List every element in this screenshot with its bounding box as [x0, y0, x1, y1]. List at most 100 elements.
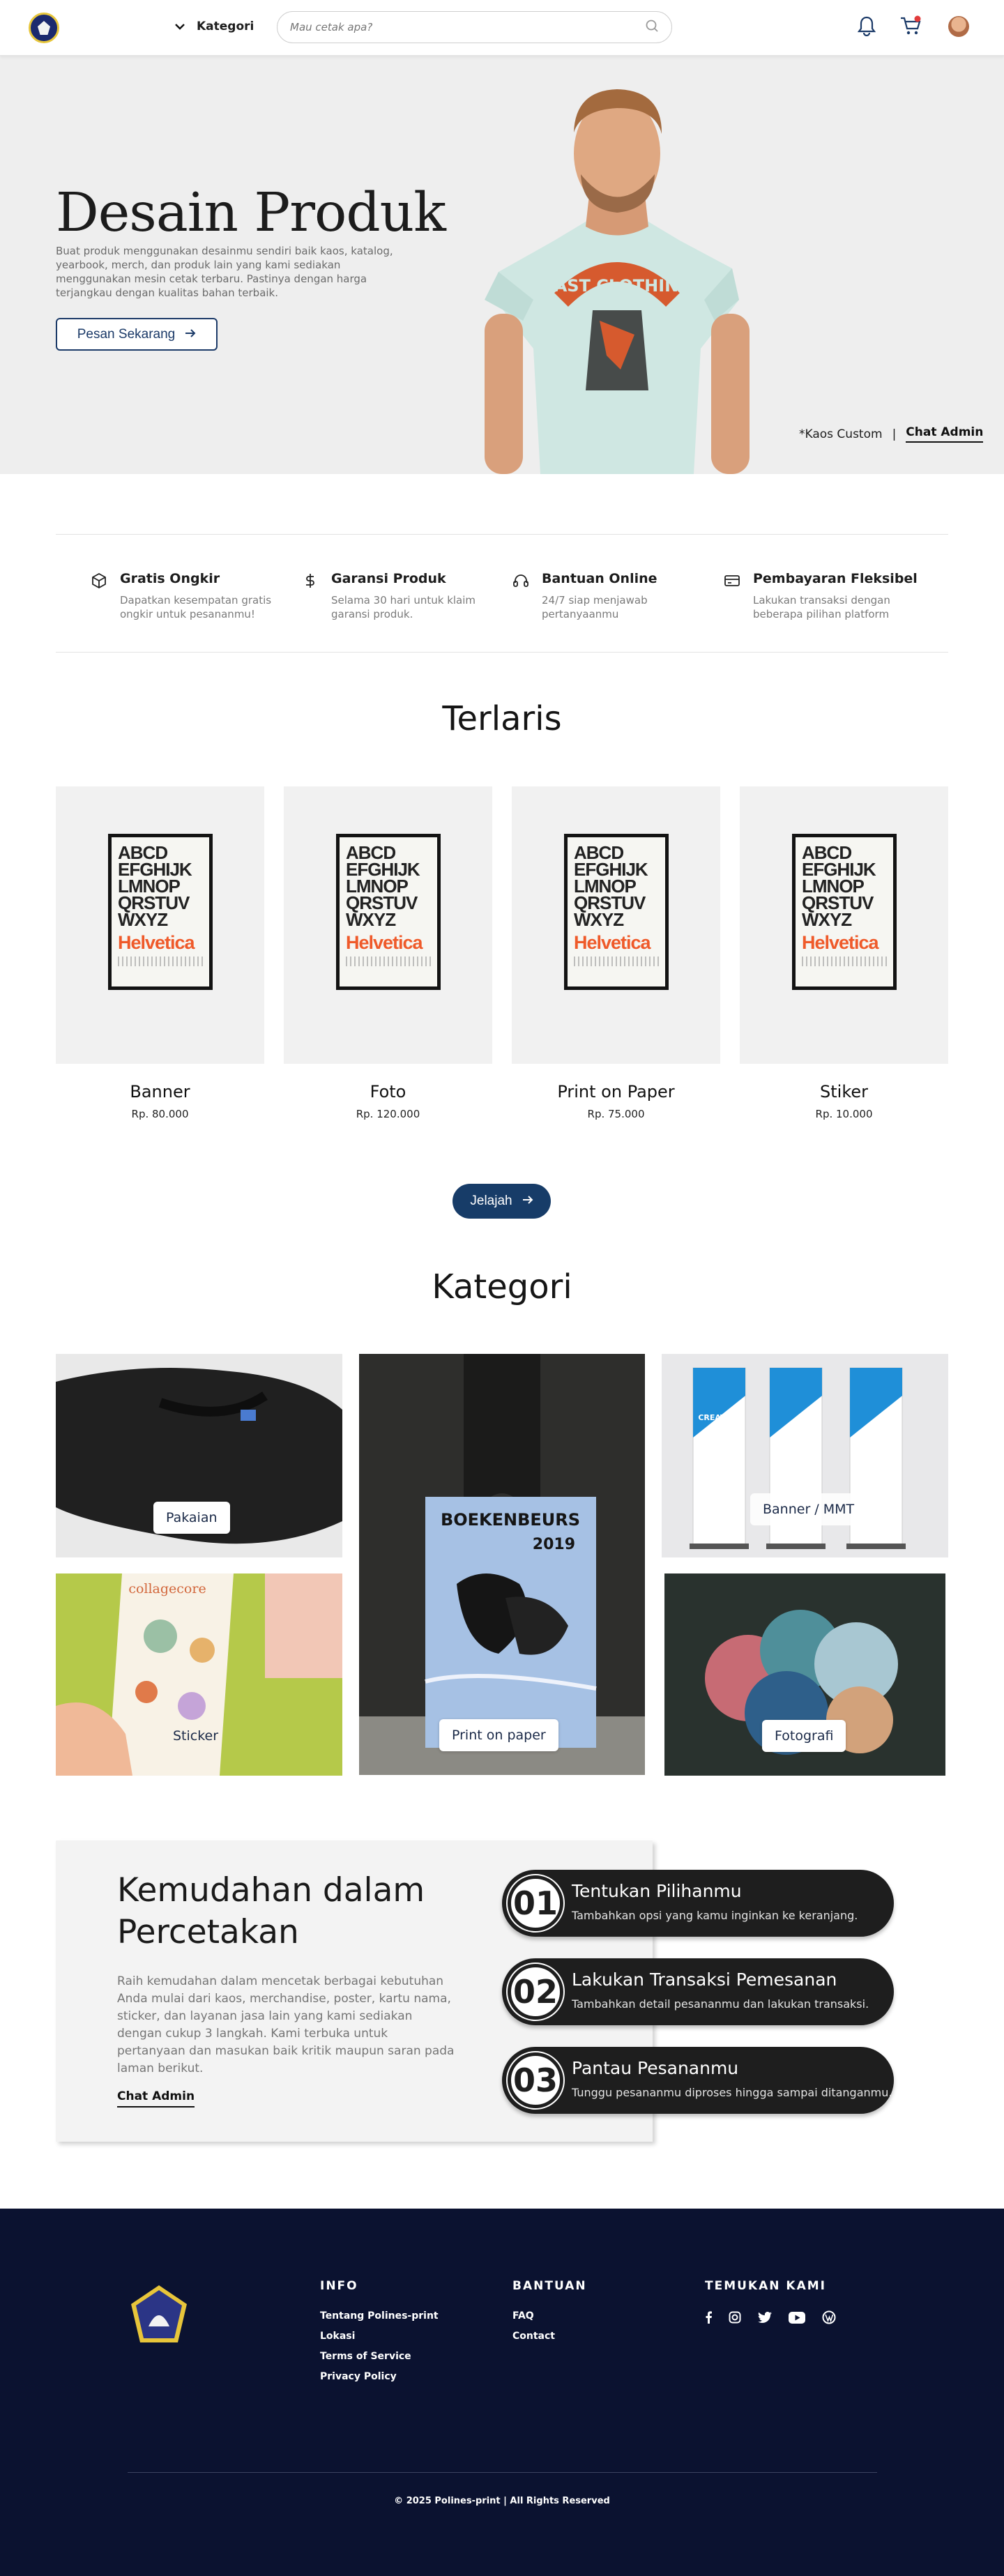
poster-letters: ABCD EFGHIJK LMNOP QRSTUV WXYZ [802, 842, 876, 930]
footer-help-title: BANTUAN [512, 2279, 587, 2293]
feature-desc: Dapatkan kesempatan gratis ongkir untuk … [120, 594, 272, 620]
footer-copyright: © 2025 Polines-print | All Rights Reserv… [394, 2496, 610, 2506]
banner-word-text: CREATIVE [698, 1413, 739, 1422]
hero-caption: *Kaos Custom [799, 427, 883, 441]
footer-social-column: TEMUKAN KAMI [705, 2279, 836, 2327]
chat-admin-link[interactable]: Chat Admin [906, 425, 984, 443]
product-image[interactable]: ABCD EFGHIJK LMNOP QRSTUV WXYZ Helvetica [284, 786, 492, 1064]
search-icon[interactable] [645, 19, 659, 36]
ease-title: Kemudahan dalam Percetakan [117, 1871, 425, 1951]
footer-link[interactable]: FAQ [512, 2310, 587, 2322]
hero-links: *Kaos Custom | Chat Admin [799, 425, 984, 443]
instagram-icon[interactable] [729, 2311, 741, 2326]
dollar-icon [302, 572, 319, 589]
feature-title: Pembayaran Fleksibel [753, 571, 918, 586]
feature-desc: 24/7 siap menjawab pertanyaanmu [542, 594, 648, 620]
sticker-brand-text: collagecore [128, 1581, 206, 1596]
helvetica-poster: ABCD EFGHIJK LMNOP QRSTUV WXYZ Helvetica [792, 834, 897, 990]
product-image[interactable]: ABCD EFGHIJK LMNOP QRSTUV WXYZ Helvetica [512, 786, 720, 1064]
search-bar[interactable] [277, 11, 672, 43]
step-number: 02 [506, 1963, 565, 2021]
poster-brand: Helvetica [802, 932, 879, 953]
polines-footer-logo[interactable] [128, 2283, 190, 2346]
step-card: 03 Pantau Pesananmu Tunggu pesananmu dip… [502, 2047, 894, 2114]
search-input[interactable] [290, 21, 625, 33]
helvetica-poster: ABCD EFGHIJK LMNOP QRSTUV WXYZ Helvetica [108, 834, 213, 990]
product-image[interactable]: ABCD EFGHIJK LMNOP QRSTUV WXYZ Helvetica [56, 786, 264, 1064]
youtube-icon[interactable] [789, 2311, 805, 2326]
feature-desc: Lakukan transaksi dengan beberapa piliha… [753, 594, 890, 620]
category-photography[interactable]: Fotografi [664, 1573, 945, 1776]
footer-info-column: INFO Tentang Polines-print Lokasi Terms … [320, 2279, 439, 2391]
product-price: Rp. 75.000 [587, 1108, 645, 1120]
polines-logo[interactable] [29, 13, 59, 43]
footer-link[interactable]: Contact [512, 2331, 587, 2342]
category-label: Pakaian [153, 1502, 230, 1534]
footer-social-title: TEMUKAN KAMI [705, 2279, 826, 2293]
hero-description: Buat produk menggunakan desainmu sendiri… [56, 245, 393, 299]
product-card[interactable]: ABCD EFGHIJK LMNOP QRSTUV WXYZ Helvetica… [284, 786, 492, 1120]
category-clothing[interactable]: Pakaian [56, 1354, 342, 1557]
step-card: 01 Tentukan Pilihanmu Tambahkan opsi yan… [502, 1870, 894, 1937]
product-card[interactable]: ABCD EFGHIJK LMNOP QRSTUV WXYZ Helvetica… [56, 786, 264, 1120]
footer-link[interactable]: Lokasi [320, 2331, 439, 2342]
category-dropdown[interactable]: Kategori [174, 20, 254, 33]
product-name: Banner [130, 1082, 190, 1102]
step-card: 02 Lakukan Transaksi Pemesanan Tambahkan… [502, 1958, 894, 2025]
social-icons [705, 2310, 836, 2327]
category-label: Fotografi [762, 1720, 846, 1752]
step-desc: Tunggu pesananmu diproses hingga sampai … [572, 2086, 892, 2099]
footer-link[interactable]: Terms of Service [320, 2351, 439, 2362]
poster-letters: ABCD EFGHIJK LMNOP QRSTUV WXYZ [118, 842, 192, 930]
footer-link[interactable]: Tentang Polines-print [320, 2310, 439, 2322]
explore-label: Jelajah [470, 1194, 512, 1208]
poster-brand: Helvetica [574, 932, 651, 953]
category-label: Kategori [197, 20, 254, 33]
shirt-print-text: CAST CLOTHING [542, 276, 692, 296]
bestseller-title: Terlaris [442, 699, 562, 738]
helvetica-poster: ABCD EFGHIJK LMNOP QRSTUV WXYZ Helvetica [336, 834, 441, 990]
step-desc: Tambahkan opsi yang kamu inginkan ke ker… [572, 1909, 858, 1922]
arrow-right-icon [522, 1194, 533, 1209]
footer-link[interactable]: Privacy Policy [320, 2371, 439, 2382]
ease-chat-admin-link[interactable]: Chat Admin [117, 2089, 195, 2108]
poster-photo-image: BOEKENBEURS 2019 [359, 1354, 645, 1775]
cart-icon[interactable] [899, 15, 922, 39]
product-card[interactable]: ABCD EFGHIJK LMNOP QRSTUV WXYZ Helvetica… [512, 786, 720, 1120]
feature-desc: Selama 30 hari untuk klaim garansi produ… [331, 594, 476, 620]
product-name: Stiker [820, 1082, 868, 1102]
feature-title: Gratis Ongkir [120, 571, 220, 586]
hero-section: Desain Produk Buat produk menggunakan de… [0, 56, 1004, 474]
footer-help-column: BANTUAN FAQ Contact [512, 2279, 587, 2351]
category-label: Banner / MMT [750, 1493, 867, 1525]
product-card[interactable]: ABCD EFGHIJK LMNOP QRSTUV WXYZ Helvetica… [740, 786, 948, 1120]
step-number: 01 [506, 1874, 565, 1933]
twitter-icon[interactable] [758, 2311, 772, 2326]
order-now-button[interactable]: Pesan Sekarang [56, 318, 218, 351]
features-strip: Gratis Ongkir Dapatkan kesempatan gratis… [56, 534, 948, 653]
step-title: Pantau Pesananmu [572, 2058, 739, 2078]
wordpress-icon[interactable] [822, 2310, 836, 2327]
product-image[interactable]: ABCD EFGHIJK LMNOP QRSTUV WXYZ Helvetica [740, 786, 948, 1064]
footer-divider [128, 2472, 877, 2473]
order-now-label: Pesan Sekarang [77, 326, 176, 342]
category-sticker[interactable]: collagecore Sticker [56, 1573, 342, 1776]
facebook-icon[interactable] [705, 2311, 712, 2326]
poster-letters: ABCD EFGHIJK LMNOP QRSTUV WXYZ [346, 842, 420, 930]
step-desc: Tambahkan detail pesananmu dan lakukan t… [572, 1997, 869, 2011]
feature-title: Bantuan Online [542, 571, 657, 586]
step-number: 03 [506, 2051, 565, 2110]
hero-divider: | [892, 427, 897, 441]
explore-button[interactable]: Jelajah [452, 1184, 551, 1219]
headset-icon [512, 572, 529, 589]
category-print-on-paper[interactable]: BOEKENBEURS 2019 Print on paper [359, 1354, 645, 1775]
feature-title: Garansi Produk [331, 571, 446, 586]
category-banner[interactable]: CREATIVE Banner / MMT [662, 1354, 948, 1557]
step-title: Tentukan Pilihanmu [572, 1881, 742, 1901]
chevron-down-icon [174, 20, 185, 33]
poster-year-text: 2019 [533, 1536, 575, 1553]
category-label: Print on paper [439, 1719, 558, 1751]
bell-icon[interactable] [857, 15, 876, 39]
user-avatar[interactable] [948, 16, 969, 37]
roll-banner-image: CREATIVE [690, 1367, 906, 1549]
